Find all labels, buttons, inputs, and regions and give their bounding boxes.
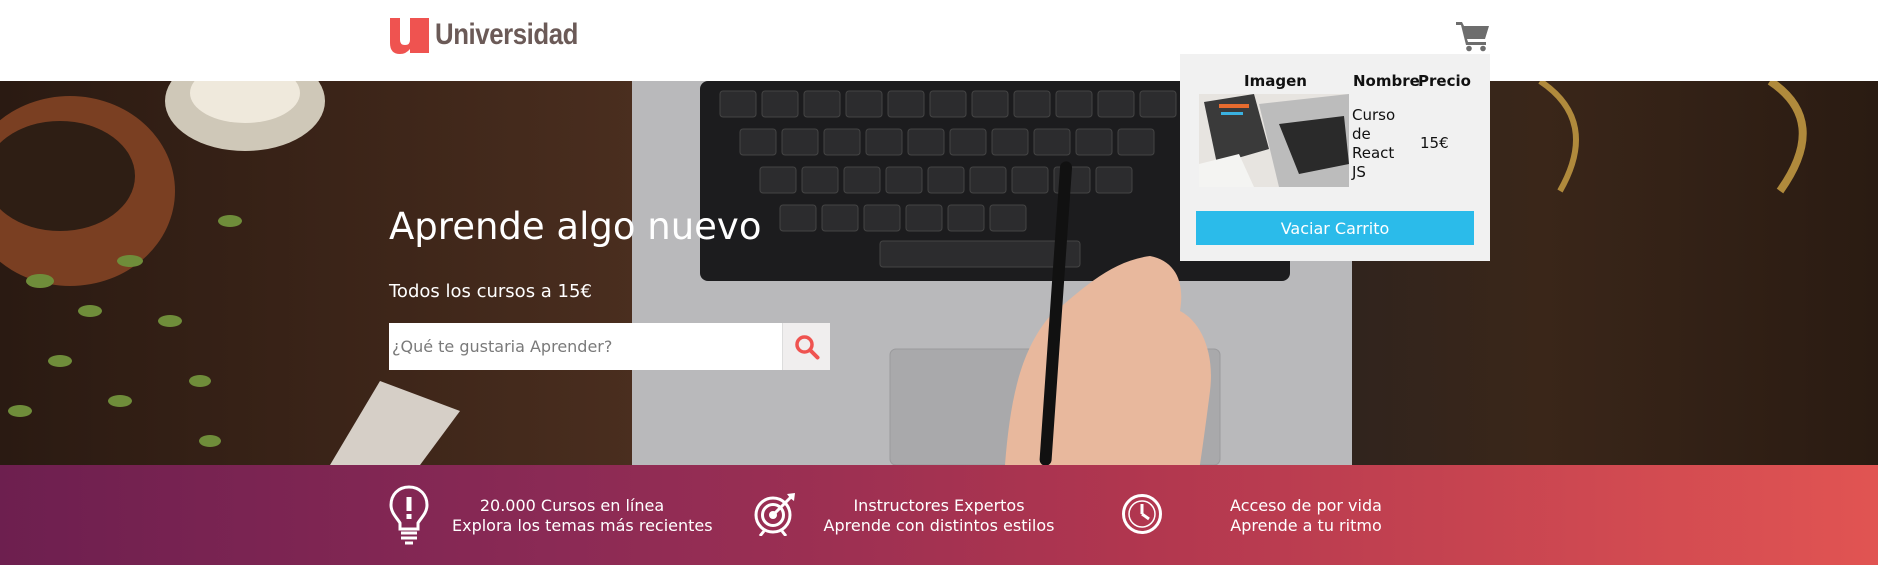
site-header: Universidad	[0, 0, 1878, 81]
logo-text: Universidad	[435, 18, 578, 51]
cart-item-price: 15€	[1420, 134, 1449, 152]
feature-instructors-desc: Aprende con distintos estilos	[823, 516, 1055, 535]
lightbulb-icon	[389, 485, 429, 545]
empty-cart-button[interactable]: Vaciar Carrito	[1196, 211, 1474, 245]
feature-courses: 20.000 Cursos en línea Explora los temas…	[452, 496, 713, 536]
search-button[interactable]	[782, 323, 830, 370]
feature-access: Acceso de por vida Aprende a tu ritmo	[1186, 496, 1426, 536]
feature-instructors-title: Instructores Expertos	[853, 496, 1025, 515]
logo-mark-icon	[390, 18, 429, 54]
search-input[interactable]	[389, 323, 782, 370]
hero-title: Aprende algo nuevo	[389, 205, 762, 248]
cart-header-name: Nombre	[1353, 72, 1420, 90]
feature-access-title: Acceso de por vida	[1230, 496, 1382, 515]
features-band: 20.000 Cursos en línea Explora los temas…	[0, 465, 1878, 565]
hero-banner: Aprende algo nuevo Todos los cursos a 15…	[0, 81, 1878, 465]
cart-header-image: Imagen	[1244, 72, 1307, 90]
cart-item-image	[1199, 94, 1349, 187]
search-form	[389, 323, 830, 370]
cart-icon[interactable]	[1456, 20, 1490, 52]
clock-icon	[1122, 494, 1162, 534]
feature-courses-desc: Explora los temas más recientes	[452, 516, 713, 535]
feature-instructors: Instructores Expertos Aprende con distin…	[819, 496, 1059, 536]
hero-background-image	[0, 81, 1807, 465]
logo[interactable]: Universidad	[389, 14, 601, 56]
cart-header-price: Precio	[1418, 72, 1471, 90]
feature-courses-title: 20.000 Cursos en línea	[479, 496, 665, 515]
cart-dropdown: Imagen Nombre Precio Curso de React JS 1…	[1180, 54, 1490, 261]
cart-item-name: Curso de React JS	[1352, 106, 1396, 181]
search-icon	[794, 334, 819, 359]
feature-access-desc: Aprende a tu ritmo	[1230, 516, 1382, 535]
hero-subtitle: Todos los cursos a 15€	[389, 281, 592, 302]
target-icon	[754, 493, 795, 536]
